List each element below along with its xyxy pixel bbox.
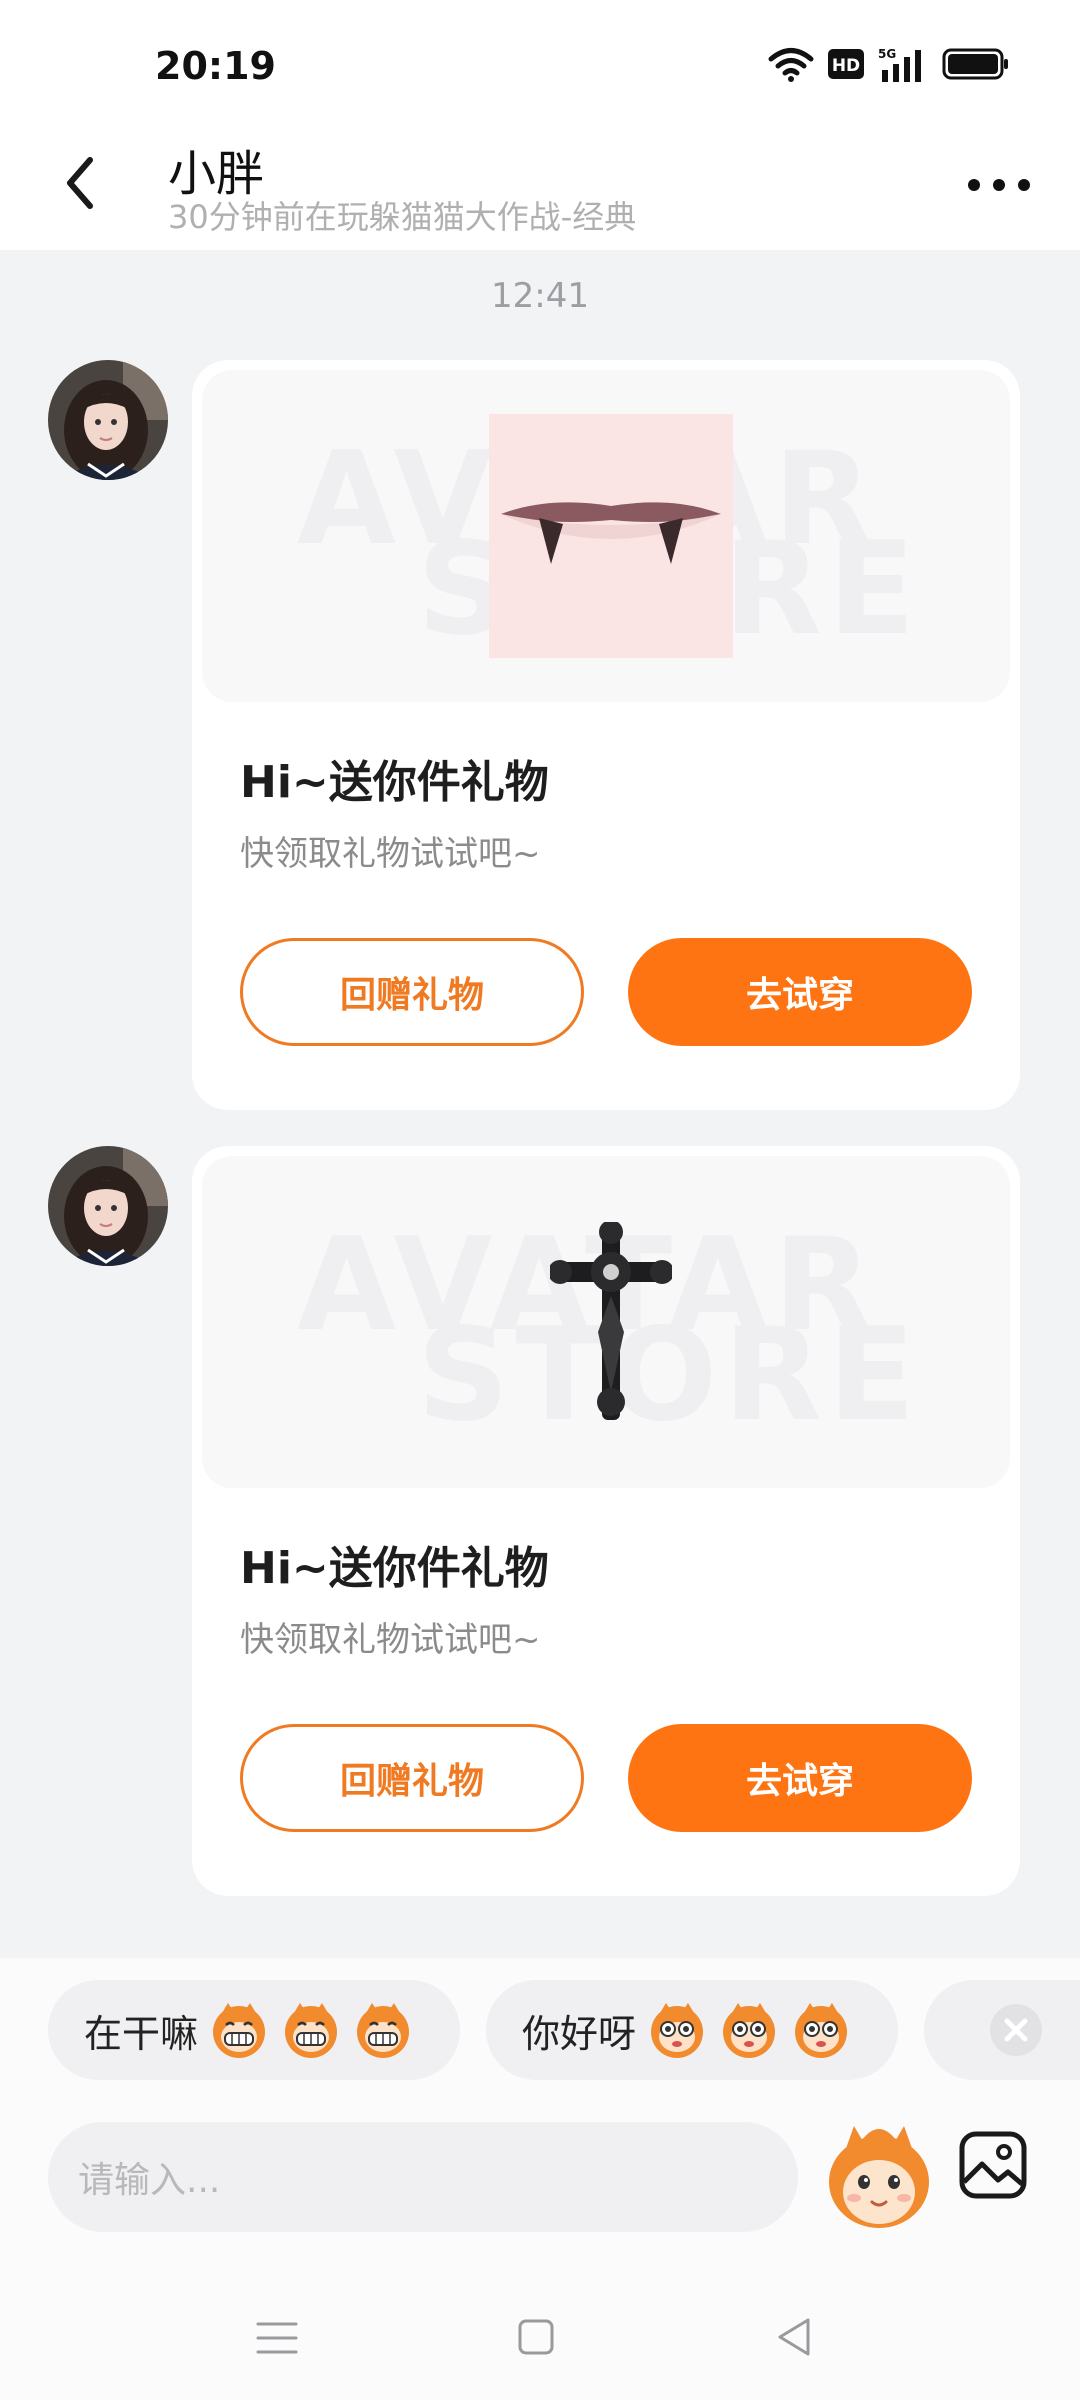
wifi-icon	[768, 48, 814, 82]
status-time: 20:19	[155, 44, 276, 88]
message-timestamp: 12:41	[491, 276, 589, 316]
hd-icon: HD	[828, 49, 864, 79]
message-list[interactable]: 12:41 AVATAR STORE Hi~	[0, 250, 1080, 1958]
menu-nav-icon[interactable]	[256, 2318, 298, 2358]
close-icon[interactable]	[990, 2004, 1042, 2056]
wide-eye-monkey-emoji-icon	[723, 2003, 776, 2058]
quick-reply-text: 在干嘛	[84, 2011, 199, 2056]
grin-monkey-emoji-icon	[357, 2003, 410, 2058]
gift-subtitle: 快领取礼物试试吧~	[240, 834, 541, 874]
more-dots-icon[interactable]	[964, 165, 1034, 205]
try-on-button[interactable]: 去试穿	[628, 1724, 972, 1832]
quick-reply-chip[interactable]: 你好呀	[486, 1980, 898, 2080]
quick-reply-chip[interactable]: 在干嘛	[48, 1980, 460, 2080]
wide-eye-monkey-emoji-icon	[651, 2003, 704, 2058]
gift-title: Hi~送你件礼物	[240, 1543, 549, 1594]
return-gift-button[interactable]: 回赠礼物	[240, 938, 584, 1046]
gift-subtitle: 快领取礼物试试吧~	[240, 1620, 541, 1660]
sender-avatar[interactable]	[48, 1146, 168, 1266]
gift-card: AVATAR STORE Hi~送你件礼物 快领取礼物试试吧~ 回赠礼物 去试穿	[192, 1146, 1020, 1896]
svg-text:HD: HD	[832, 56, 860, 76]
return-gift-button[interactable]: 回赠礼物	[240, 1724, 584, 1832]
grin-monkey-emoji-icon	[213, 2003, 266, 2058]
sender-avatar[interactable]	[48, 360, 168, 480]
presence-status: 30分钟前在玩躲猫猫大作战-经典	[168, 198, 637, 236]
chat-header: 小胖 30分钟前在玩躲猫猫大作战-经典	[0, 120, 1080, 250]
status-bar: 20:19 HD 5G	[0, 0, 1080, 120]
svg-text:5G: 5G	[878, 47, 896, 61]
try-on-button[interactable]: 去试穿	[628, 938, 972, 1046]
5g-signal-icon: 5G	[878, 47, 921, 82]
message-input[interactable]: 请输入...	[48, 2122, 798, 2232]
image-picker-icon[interactable]	[958, 2130, 1028, 2200]
gift-preview[interactable]: AVATAR STORE	[202, 1156, 1010, 1488]
home-nav-icon[interactable]	[518, 2318, 554, 2356]
mascot-emoji-icon[interactable]	[826, 2120, 932, 2232]
battery-icon	[942, 48, 1008, 80]
quick-reply-text: 你好呀	[522, 2011, 637, 2056]
back-nav-icon[interactable]	[776, 2316, 812, 2358]
status-icons: HD 5G	[768, 46, 1010, 82]
gothic-cross-necklace-icon	[550, 1222, 672, 1420]
back-arrow-icon[interactable]	[56, 148, 106, 218]
composer-area: 在干嘛 你好呀 请输入...	[0, 1958, 1080, 2400]
vampire-fangs-mouth-icon	[489, 414, 733, 658]
gift-preview[interactable]: AVATAR STORE	[202, 370, 1010, 702]
gift-title: Hi~送你件礼物	[240, 757, 549, 808]
grin-monkey-emoji-icon	[285, 2003, 338, 2058]
gift-card: AVATAR STORE Hi~送你件礼物 快领取礼物试试吧~ 回赠礼物 去试穿	[192, 360, 1020, 1110]
wide-eye-monkey-emoji-icon	[795, 2003, 848, 2058]
